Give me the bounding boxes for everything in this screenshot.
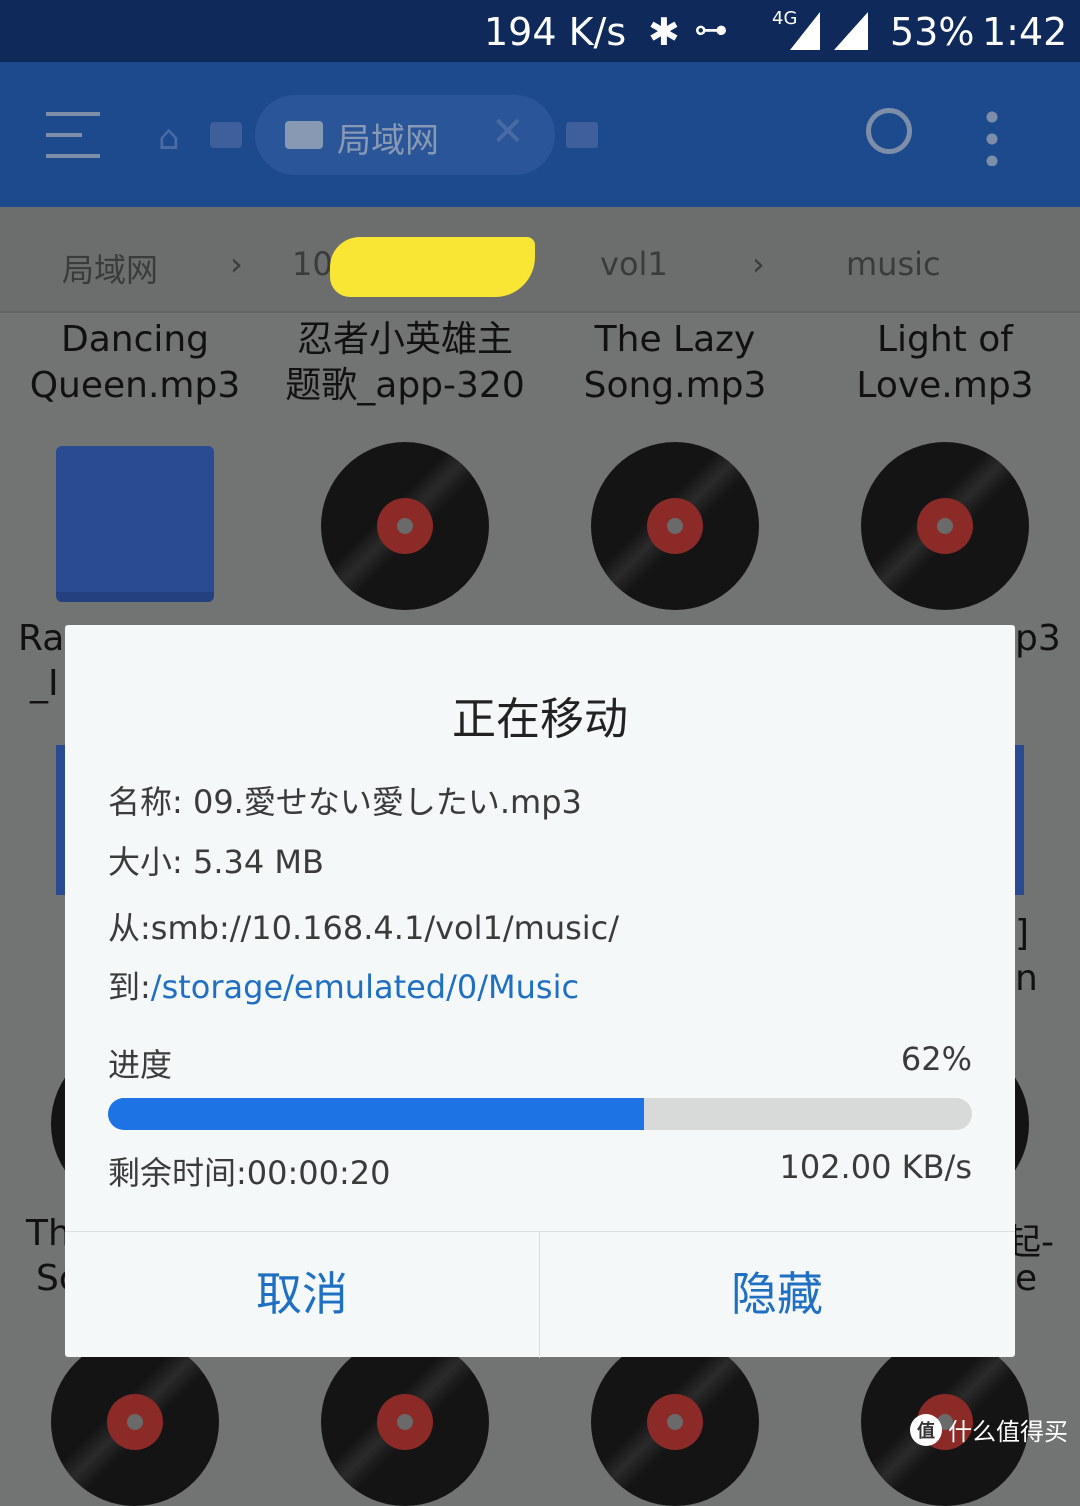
transfer-speed: 102.00 KB/s: [779, 1148, 972, 1186]
watermark-text: 什么值得买: [948, 1418, 1068, 1446]
tab-lan[interactable]: 局域网 ✕: [255, 95, 555, 175]
more-icon[interactable]: [986, 106, 998, 166]
watermark-logo: 值: [910, 1413, 942, 1446]
music-disc-icon[interactable]: [321, 442, 489, 610]
file-label-fragment: ]: [1015, 913, 1030, 954]
progress-label: 进度: [108, 1046, 173, 1084]
battery-level: 53%: [890, 10, 975, 54]
vpn-key-icon: ⊶: [694, 10, 728, 50]
breadcrumb: 局域网 › 10 vol1 › music: [0, 207, 1080, 313]
move-progress-dialog: 正在移动 名称: 09.愛せない愛したい.mp3 大小: 5.34 MB 从:s…: [65, 625, 1015, 1358]
archive-icon[interactable]: [56, 446, 214, 602]
hide-button[interactable]: 隐藏: [540, 1232, 1014, 1358]
network-icon: [285, 121, 323, 149]
watermark: 值什么值得买: [910, 1412, 1068, 1447]
dialog-title: 正在移动: [452, 694, 628, 745]
sdcard-icon[interactable]: [566, 122, 598, 148]
breadcrumb-item[interactable]: 10: [292, 245, 333, 283]
music-disc-icon[interactable]: [861, 442, 1029, 610]
source-path: 从:smb://10.168.4.1/vol1/music/: [108, 909, 620, 947]
destination-path[interactable]: /storage/emulated/0/Music: [151, 968, 579, 1006]
destination-label: 到:: [108, 968, 151, 1006]
clock: 1:42: [982, 10, 1068, 54]
cancel-button[interactable]: 取消: [65, 1232, 539, 1358]
tab-label: 局域网: [337, 121, 439, 161]
bluetooth-icon: ✱: [648, 10, 680, 54]
file-label[interactable]: 忍者小英雄主 题歌_app-320: [270, 317, 540, 409]
file-label[interactable]: The Lazy Song.mp3: [540, 317, 810, 409]
music-disc-icon[interactable]: [591, 1338, 759, 1506]
breadcrumb-item[interactable]: vol1: [600, 245, 668, 283]
music-disc-icon[interactable]: [591, 442, 759, 610]
progress-percent: 62%: [900, 1040, 972, 1078]
dialog-buttons: 取消 隐藏: [65, 1231, 1015, 1358]
file-label-fragment: e: [1015, 1258, 1038, 1299]
breadcrumb-item[interactable]: music: [846, 245, 941, 283]
status-bar: 194 K/s ✱ ⊶ 4G 53% 1:42: [0, 0, 1080, 62]
music-disc-icon[interactable]: [51, 1338, 219, 1506]
file-label[interactable]: Dancing Queen.mp3: [0, 317, 270, 409]
progress-fill: [108, 1098, 644, 1130]
net-speed: 194 K/s: [484, 10, 627, 54]
menu-icon[interactable]: [46, 112, 100, 158]
signal-icon: [790, 12, 870, 59]
chevron-right-icon: ›: [230, 245, 243, 283]
home-icon[interactable]: ⌂: [158, 118, 180, 158]
file-label-fragment: _I: [30, 663, 59, 704]
network-icon[interactable]: [210, 122, 242, 148]
progress-bar: [108, 1098, 972, 1130]
toolbar: ⌂ 局域网 ✕: [0, 62, 1080, 207]
file-label-fragment: p3: [1015, 618, 1061, 659]
chevron-right-icon: ›: [752, 245, 765, 283]
breadcrumb-item[interactable]: 局域网: [62, 245, 158, 291]
file-label-fragment: n: [1015, 958, 1038, 999]
redaction-scribble: [330, 237, 535, 297]
time-remaining: 剩余时间:00:00:20: [108, 1154, 391, 1192]
destination: 到:/storage/emulated/0/Music: [108, 962, 579, 1008]
file-label-fragment: Ra: [18, 618, 65, 659]
file-name: 名称: 09.愛せない愛したい.mp3: [108, 783, 582, 821]
file-size: 大小: 5.34 MB: [108, 843, 324, 881]
close-icon[interactable]: ✕: [491, 109, 525, 155]
search-icon[interactable]: [866, 108, 912, 154]
music-disc-icon[interactable]: [321, 1338, 489, 1506]
file-label[interactable]: Light of Love.mp3: [810, 317, 1080, 409]
